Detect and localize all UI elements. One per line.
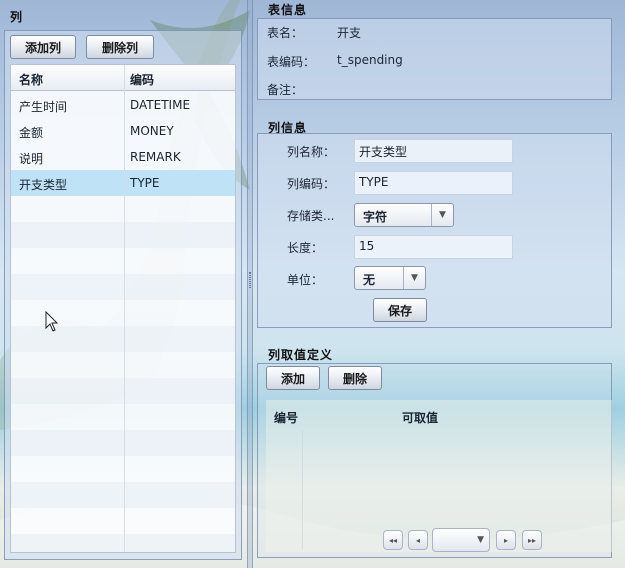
table-remark-label: 备注： — [267, 83, 304, 97]
unit-value: 无 — [363, 273, 376, 287]
value-def-title: 列取值定义 — [268, 348, 334, 362]
chevron-down-icon[interactable]: ▼ — [477, 535, 484, 545]
chevron-down-icon[interactable]: ▼ — [403, 267, 425, 289]
column-grid-header: 名称 编码 — [11, 65, 235, 91]
delete-column-button[interactable]: 删除列 — [86, 35, 154, 59]
empty-row — [11, 378, 235, 404]
table-row-selected[interactable]: 开支类型 TYPE — [11, 170, 235, 196]
table-name-label: 表名： — [267, 26, 304, 40]
delete-value-button[interactable]: 删除 — [328, 366, 382, 390]
cell-code: MONEY — [130, 124, 174, 138]
column-separator — [302, 430, 303, 550]
header-number[interactable]: 编号 — [274, 409, 298, 426]
table-code-label: 表编码： — [267, 55, 316, 69]
cell-code: REMARK — [130, 150, 181, 164]
add-column-button[interactable]: 添加列 — [10, 35, 76, 59]
column-list-title: 列 — [10, 10, 24, 24]
empty-row — [11, 482, 235, 508]
empty-row — [11, 430, 235, 456]
empty-row — [11, 222, 235, 248]
splitter-grip — [249, 272, 251, 288]
column-code-field[interactable]: TYPE — [354, 171, 513, 195]
unit-select[interactable]: 无 ▼ — [354, 266, 426, 290]
storage-type-value: 字符 — [363, 210, 388, 224]
save-button[interactable]: 保存 — [373, 298, 427, 322]
table-name-value: 开支 — [337, 26, 362, 40]
header-name[interactable]: 名称 — [19, 71, 43, 88]
unit-label: 单位： — [287, 273, 324, 287]
column-grid: 名称 编码 产生时间 DATETIME 金额 MONEY 说明 REMARK 开… — [10, 64, 236, 553]
length-field[interactable]: 15 — [354, 235, 513, 259]
column-name-field[interactable]: 开支类型 — [354, 139, 513, 163]
table-row[interactable]: 产生时间 DATETIME — [11, 92, 235, 118]
first-page-icon[interactable]: ◂◂ — [383, 530, 403, 550]
storage-type-label: 存储类... — [287, 209, 335, 223]
chevron-down-icon[interactable]: ▼ — [431, 204, 453, 226]
cell-code: DATETIME — [130, 98, 191, 112]
cell-code: TYPE — [130, 176, 160, 190]
table-info-title: 表信息 — [268, 3, 308, 17]
prev-page-icon[interactable]: ◂ — [408, 530, 428, 550]
last-page-icon[interactable]: ▸▸ — [522, 530, 542, 550]
table-code-value: t_spending — [337, 53, 403, 67]
storage-type-select[interactable]: 字符 ▼ — [354, 203, 454, 227]
table-row[interactable]: 说明 REMARK — [11, 144, 235, 170]
cell-name: 开支类型 — [19, 178, 68, 192]
header-code[interactable]: 编码 — [130, 71, 154, 88]
page-select[interactable]: ▼ — [432, 528, 490, 552]
empty-row — [11, 274, 235, 300]
cell-name: 金额 — [19, 126, 44, 140]
cell-name: 说明 — [19, 152, 44, 166]
table-row[interactable]: 金额 MONEY — [11, 118, 235, 144]
column-code-label: 列编码： — [287, 177, 336, 191]
splitter[interactable] — [247, 0, 253, 568]
mouse-cursor-icon — [45, 311, 59, 332]
next-page-icon[interactable]: ▸ — [496, 530, 516, 550]
length-label: 长度： — [287, 241, 324, 255]
header-value[interactable]: 可取值 — [402, 409, 438, 426]
column-name-label: 列名称： — [287, 145, 336, 159]
empty-row — [11, 534, 235, 552]
column-separator — [124, 65, 125, 552]
cell-name: 产生时间 — [19, 100, 68, 114]
add-value-button[interactable]: 添加 — [266, 366, 320, 390]
